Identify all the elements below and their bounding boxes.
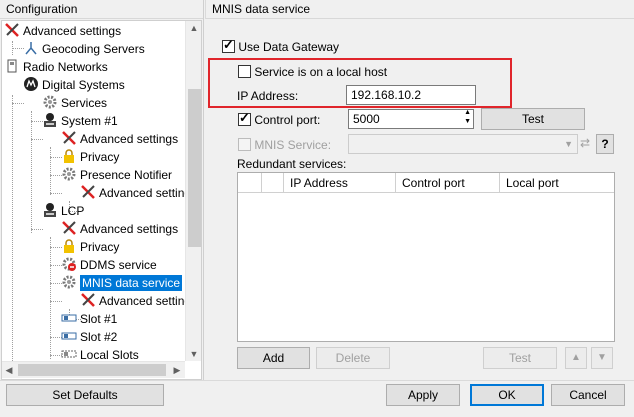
tree-item-slot-1[interactable]: Slot #1 — [61, 309, 117, 327]
tree-item-system-advanced-settings[interactable]: Advanced settings — [61, 129, 178, 147]
mnis-panel-title: MNIS data service — [205, 0, 634, 19]
tree-item-services[interactable]: Services — [42, 93, 107, 111]
vertical-scroll-thumb[interactable] — [188, 89, 201, 247]
mnis-service-checkbox[interactable]: MNIS Service: — [238, 137, 331, 152]
table-header-blank — [262, 173, 284, 193]
tree-item-system-privacy[interactable]: Privacy — [61, 147, 119, 165]
tree-item-lcp[interactable]: LCP — [42, 201, 84, 219]
refresh-icon[interactable]: ⇄ — [580, 136, 590, 150]
gear-icon — [42, 94, 58, 110]
system-icon — [42, 202, 58, 218]
checkbox-box[interactable] — [238, 138, 251, 152]
slot-icon — [61, 346, 77, 362]
scroll-up-arrow-icon[interactable]: ▲ — [187, 21, 201, 35]
checkbox-box[interactable]: ✓ — [222, 37, 235, 54]
configuration-tree[interactable]: Advanced settings Geocoding Servers Radi… — [1, 20, 202, 380]
tools-icon — [80, 184, 96, 200]
horizontal-scroll-thumb[interactable] — [18, 364, 166, 376]
mnis-service-select[interactable]: ▼ — [348, 134, 578, 154]
checkbox-box[interactable]: ✓ — [238, 110, 251, 127]
use-data-gateway-checkbox[interactable]: ✓ Use Data Gateway — [222, 37, 340, 54]
control-port-checkbox[interactable]: ✓ Control port: — [238, 110, 321, 127]
help-button[interactable]: ? — [596, 134, 614, 154]
move-down-button[interactable]: ▼ — [591, 347, 613, 369]
tree-item-lcp-advanced-settings[interactable]: Advanced settings — [61, 219, 178, 237]
use-data-gateway-label: Use Data Gateway — [238, 39, 340, 54]
slot-icon — [61, 310, 77, 326]
tree-item-mnis-data-service[interactable]: MNIS data service — [61, 273, 183, 291]
tree-item-slot-2[interactable]: Slot #2 — [61, 327, 117, 345]
table-header-control-port[interactable]: Control port — [396, 173, 500, 193]
system-icon — [42, 112, 58, 128]
tree-item-ddms-service[interactable]: DDMS service — [61, 255, 157, 273]
cancel-button[interactable]: Cancel — [551, 384, 625, 406]
lock-icon — [61, 238, 77, 254]
network-icon — [23, 40, 39, 56]
checkmark-icon: ✓ — [223, 37, 234, 53]
chevron-down-icon: ▼ — [564, 139, 573, 149]
slot-icon — [61, 328, 77, 344]
ddms-icon — [61, 256, 77, 272]
mnis-service-label: MNIS Service: — [254, 137, 332, 152]
gear-icon — [61, 166, 77, 182]
tools-icon — [4, 22, 20, 38]
add-button[interactable]: Add — [237, 347, 310, 369]
control-port-value: 5000 — [353, 112, 380, 126]
tools-icon — [80, 292, 96, 308]
ok-button[interactable]: OK — [470, 384, 544, 406]
gear-icon — [61, 274, 77, 290]
tree-item-advanced-settings[interactable]: Advanced settings — [4, 21, 121, 39]
tree-item-mnis-advanced-setting[interactable]: Advanced setting — [80, 291, 191, 309]
set-defaults-button[interactable]: Set Defaults — [6, 384, 164, 406]
configuration-title: Configuration — [0, 0, 203, 19]
highlight-box — [208, 58, 512, 108]
tree-item-digital-systems[interactable]: Digital Systems — [23, 75, 125, 93]
tree-item-presence-advanced-setting[interactable]: Advanced setting — [80, 183, 191, 201]
delete-button[interactable]: Delete — [316, 347, 390, 369]
table-header-blank — [238, 173, 262, 193]
grid-test-button[interactable]: Test — [483, 347, 557, 369]
checkmark-icon: ✓ — [239, 110, 250, 126]
tree-item-lcp-privacy[interactable]: Privacy — [61, 237, 119, 255]
configuration-pane: Configuration Advanced settings Geocodin… — [0, 0, 204, 380]
scroll-right-arrow-icon[interactable]: ▶ — [170, 363, 184, 377]
tree-item-radio-networks[interactable]: Radio Networks — [4, 57, 108, 75]
tools-icon — [61, 130, 77, 146]
scroll-left-arrow-icon[interactable]: ◀ — [2, 363, 16, 377]
table-header-local-port[interactable]: Local port — [500, 173, 614, 193]
tree-item-system-1[interactable]: System #1 — [42, 111, 118, 129]
motorola-icon — [23, 76, 39, 92]
lock-icon — [61, 148, 77, 164]
tree-item-presence-notifier[interactable]: Presence Notifier — [61, 165, 172, 183]
redundant-services-table[interactable]: IP Address Control port Local port — [237, 172, 615, 342]
tree-horizontal-scrollbar[interactable]: ◀ ▶ — [2, 361, 185, 378]
radio-icon — [4, 58, 20, 74]
scroll-down-arrow-icon[interactable]: ▼ — [187, 347, 201, 361]
stepper-arrows-icon[interactable]: ▲ ▼ — [464, 108, 471, 126]
apply-button[interactable]: Apply — [386, 384, 460, 406]
arrow-down-icon: ▼ — [597, 352, 607, 363]
control-port-stepper[interactable]: 5000 ▲ ▼ — [348, 109, 474, 129]
move-up-button[interactable]: ▲ — [565, 347, 587, 369]
tree-vertical-scrollbar[interactable]: ▲ ▼ — [185, 21, 201, 361]
control-port-label: Control port: — [254, 112, 321, 127]
test-button[interactable]: Test — [481, 108, 585, 130]
tools-icon — [61, 220, 77, 236]
arrow-up-icon: ▲ — [571, 352, 581, 363]
redundant-services-label: Redundant services: — [237, 157, 347, 171]
table-header-ip-address[interactable]: IP Address — [284, 173, 396, 193]
tree-item-geocoding-servers[interactable]: Geocoding Servers — [23, 39, 145, 57]
